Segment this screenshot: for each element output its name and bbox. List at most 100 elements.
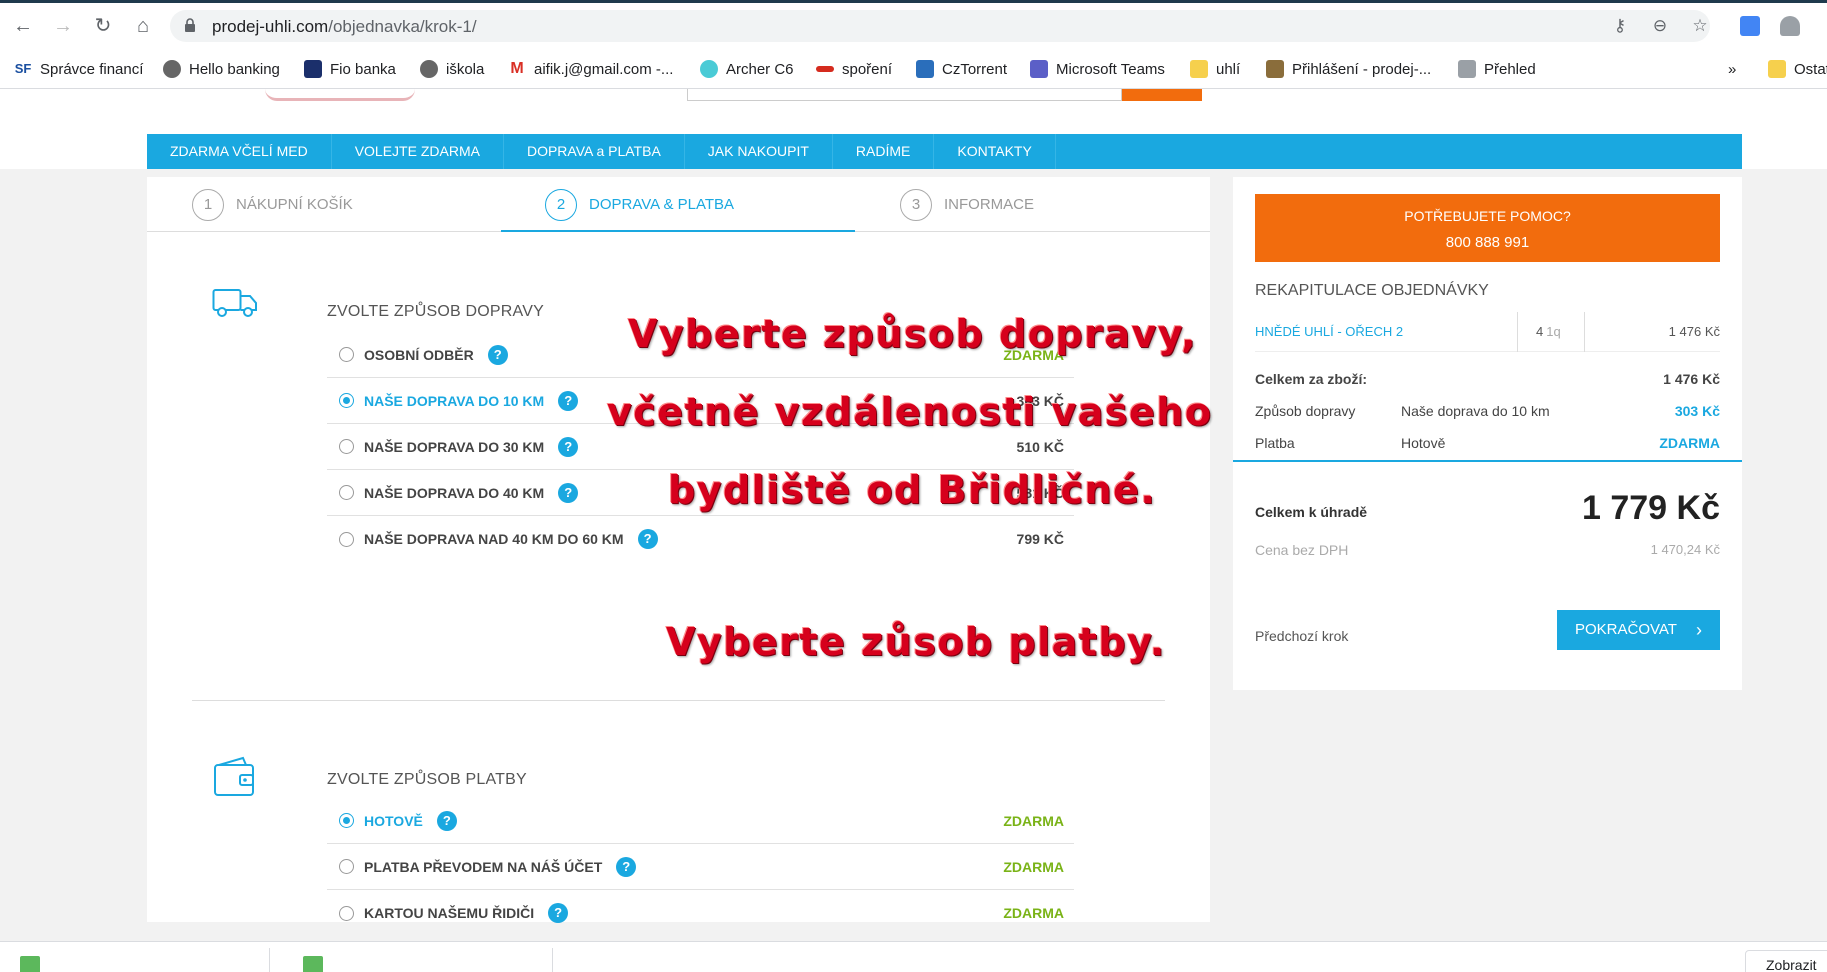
key-icon[interactable]: ⚷: [1610, 16, 1630, 36]
step-cart[interactable]: 1 NÁKUPNÍ KOŠÍK: [192, 177, 353, 232]
bookmark-item[interactable]: Přihlášení - prodej-...: [1266, 58, 1431, 80]
nav-item-advice[interactable]: RADÍME: [833, 134, 935, 169]
address-bar[interactable]: prodej-uhli.com/objednavka/krok-1/ ⚷ ⊖ ☆: [170, 10, 1710, 42]
summary-title: REKAPITULACE OBJEDNÁVKY: [1255, 282, 1489, 299]
quantity-unit: 1q: [1546, 324, 1561, 339]
payment-option-transfer[interactable]: PLATBA PŘEVODEM NA NÁŠ ÚČET ? ZDARMA: [327, 844, 1074, 890]
step-label: INFORMACE: [944, 196, 1034, 213]
site-icon: [1458, 60, 1476, 78]
bookmark-item[interactable]: spoření: [816, 58, 892, 80]
option-label: KARTOU NAŠEMU ŘIDIČI: [364, 905, 535, 921]
quantity-value: 4: [1536, 324, 1544, 339]
order-summary-panel: POTŘEBUJETE POMOC? 800 888 991 REKAPITUL…: [1233, 177, 1742, 690]
download-bar: Zobrazit: [0, 941, 1827, 972]
annotation-shipping-line3: bydliště od Břidličné.: [668, 468, 1157, 512]
payment-method: Hotově: [1401, 435, 1446, 451]
help-icon[interactable]: ?: [487, 344, 508, 365]
option-price: 510 KČ: [1016, 438, 1064, 455]
option-price: ZDARMA: [1003, 812, 1064, 829]
translate-extension-icon[interactable]: [1740, 16, 1760, 36]
help-icon[interactable]: ?: [616, 856, 637, 877]
previous-step-link[interactable]: Předchozí krok: [1255, 628, 1348, 644]
nav-item-call[interactable]: VOLEJTE ZDARMA: [332, 134, 504, 169]
step-label: NÁKUPNÍ KOŠÍK: [236, 196, 353, 213]
bookmark-item[interactable]: Fio banka: [304, 58, 396, 80]
radio-button[interactable]: [339, 439, 354, 454]
radio-button[interactable]: [339, 859, 354, 874]
reload-icon[interactable]: ↻: [90, 13, 116, 39]
wallet-icon: [214, 756, 254, 796]
bookmark-item[interactable]: SF Správce financí: [12, 58, 144, 80]
nav-item-contacts[interactable]: KONTAKTY: [934, 134, 1056, 169]
site-search-input[interactable]: [687, 89, 1122, 101]
option-label: NAŠE DOPRAVA DO 30 KM: [364, 438, 545, 455]
home-icon[interactable]: ⌂: [130, 13, 156, 39]
bookmark-item[interactable]: uhlí: [1190, 58, 1240, 80]
chevron-right-icon: ›: [1696, 620, 1702, 640]
summary-goods-row: Celkem za zboží: 1 476 Kč: [1255, 371, 1720, 391]
help-icon[interactable]: ?: [548, 903, 569, 923]
continue-button[interactable]: POKRAČOVAT ›: [1557, 610, 1720, 650]
zoom-icon[interactable]: ⊖: [1650, 16, 1670, 36]
help-icon[interactable]: ?: [558, 482, 579, 503]
bookmark-item[interactable]: iškola: [420, 58, 484, 80]
bookmark-item[interactable]: Archer C6: [700, 58, 794, 80]
bookmark-item[interactable]: Hello banking: [163, 58, 280, 80]
bookmark-label: CzTorrent: [942, 60, 1008, 78]
step-number: 2: [545, 188, 577, 221]
checkout-panel: 1 NÁKUPNÍ KOŠÍK 2 DOPRAVA & PLATBA 3 INF…: [147, 177, 1210, 923]
star-icon[interactable]: ☆: [1690, 16, 1710, 36]
bookmark-label: Microsoft Teams: [1056, 60, 1165, 78]
bookmark-label: spoření: [842, 60, 893, 78]
forward-arrow-icon[interactable]: →: [50, 13, 76, 39]
download-item[interactable]: [0, 948, 270, 972]
summary-item-name[interactable]: HNĚDÉ UHLÍ - OŘECH 2: [1255, 324, 1403, 339]
summary-item-price: 1 476 Kč: [1668, 324, 1720, 339]
radio-button[interactable]: [339, 485, 354, 500]
download-item[interactable]: [283, 948, 553, 972]
url-path: /objednavka/krok-1/: [328, 17, 477, 36]
step-number: 3: [900, 188, 932, 221]
help-icon[interactable]: ?: [558, 436, 579, 457]
bookmarks-more-button[interactable]: »: [1728, 58, 1736, 80]
radio-button[interactable]: [339, 531, 354, 547]
sf-icon: SF: [14, 61, 32, 76]
help-hotline-box[interactable]: POTŘEBUJETE POMOC? 800 888 991: [1255, 194, 1720, 262]
help-icon[interactable]: ?: [637, 529, 658, 549]
drive-extension-icon[interactable]: [1780, 16, 1800, 36]
nav-item-honey[interactable]: ZDARMA VČELÍ MED: [147, 134, 332, 169]
back-arrow-icon[interactable]: ←: [10, 13, 36, 39]
payment-value: ZDARMA: [1659, 435, 1720, 451]
tplink-icon: [700, 60, 718, 78]
url-text: prodej-uhli.com/objednavka/krok-1/: [212, 17, 477, 37]
radio-button[interactable]: [339, 905, 354, 921]
step-shipping-payment[interactable]: 2 DOPRAVA & PLATBA: [545, 177, 734, 232]
radio-button[interactable]: [339, 347, 354, 362]
other-bookmarks-folder[interactable]: Ostat: [1768, 58, 1827, 80]
bookmark-item[interactable]: CzTorrent: [916, 58, 1007, 80]
nav-item-how-to-buy[interactable]: JAK NAKOUPIT: [685, 134, 833, 169]
bookmark-label: aifik.j@gmail.com -...: [534, 60, 674, 78]
site-logo[interactable]: [265, 89, 415, 101]
help-icon[interactable]: ?: [558, 390, 579, 411]
option-label: NAŠE DOPRAVA DO 40 KM: [364, 484, 545, 501]
help-icon[interactable]: ?: [436, 810, 457, 831]
help-hotline-phone[interactable]: 800 888 991: [1255, 234, 1720, 251]
bookmark-label: Ostat: [1794, 60, 1827, 78]
summary-item-quantity: 4 1q: [1517, 312, 1585, 352]
show-all-downloads-button[interactable]: Zobrazit: [1745, 950, 1827, 972]
bookmarks-bar: SF Správce financí Hello banking Fio bank…: [0, 49, 1827, 89]
bookmark-item[interactable]: Microsoft Teams: [1030, 58, 1165, 80]
site-search-button[interactable]: [1122, 89, 1202, 101]
truck-icon: [212, 289, 257, 317]
step-information[interactable]: 3 INFORMACE: [900, 177, 1034, 232]
bookmark-item[interactable]: Maifik.j@gmail.com -...: [508, 58, 673, 80]
payment-option-card[interactable]: KARTOU NAŠEMU ŘIDIČI ? ZDARMA: [327, 890, 1074, 936]
bookmark-item[interactable]: Přehled: [1458, 58, 1536, 80]
payment-option-cash[interactable]: HOTOVĚ ? ZDARMA: [327, 798, 1074, 844]
annotation-shipping-line1: Vyberte způsob dopravy,: [628, 312, 1198, 356]
shipping-option-60km[interactable]: NAŠE DOPRAVA NAD 40 KM DO 60 KM ? 799 KČ: [327, 516, 1074, 562]
radio-button[interactable]: [339, 813, 354, 828]
radio-button[interactable]: [339, 393, 354, 408]
nav-item-shipping[interactable]: DOPRAVA a PLATBA: [504, 134, 685, 169]
